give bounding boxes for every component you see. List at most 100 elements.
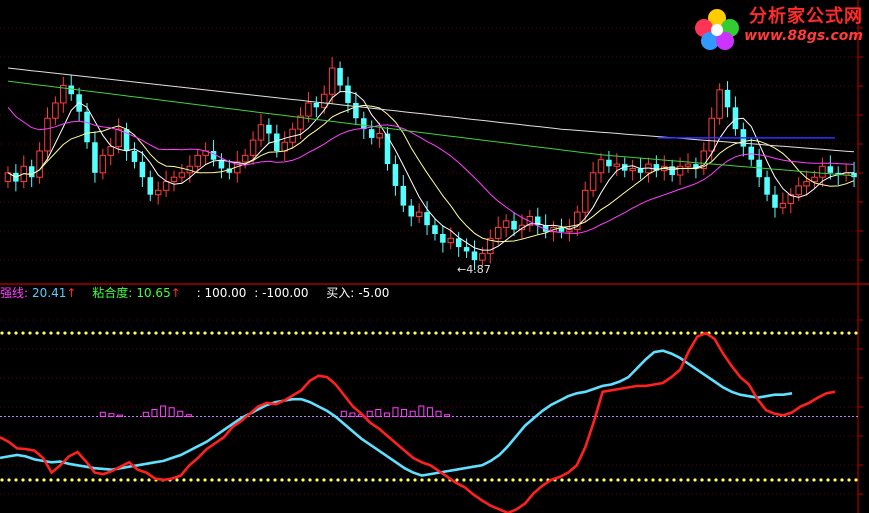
candle-body [811, 176, 818, 183]
level-dot [784, 331, 788, 335]
level-dot [595, 478, 599, 482]
level-dot [567, 331, 571, 335]
candle-body [819, 165, 826, 178]
level-dot [392, 331, 396, 335]
candle-body [566, 229, 573, 233]
candle-body [581, 189, 589, 213]
level-dot [420, 478, 424, 482]
item5-value: -5.00 [358, 286, 390, 300]
candle-body [281, 141, 288, 152]
level-dot [133, 478, 137, 482]
histogram-bar [177, 410, 184, 417]
level-dot [749, 478, 753, 482]
candle-body [795, 185, 802, 196]
candle-body [178, 172, 186, 178]
level-dot [574, 331, 578, 335]
candle-body [99, 154, 107, 174]
level-dot [469, 331, 473, 335]
level-dot [826, 478, 830, 482]
candle-body [629, 167, 636, 172]
item1-value: 20.41 [32, 286, 67, 300]
level-dot [686, 331, 690, 335]
candle-body [455, 238, 462, 248]
level-dot [21, 331, 25, 335]
up-arrow-icon: ↑ [170, 286, 181, 300]
level-dot [623, 478, 627, 482]
candle-body [827, 166, 834, 173]
level-dot [728, 478, 732, 482]
oscillator-panel [0, 331, 858, 513]
level-dot [378, 478, 382, 482]
level-dot [847, 478, 851, 482]
level-dot [483, 478, 487, 482]
level-dot [196, 331, 200, 335]
candle-body [851, 172, 857, 178]
item4: : -100.00 [254, 286, 309, 300]
level-dot [287, 478, 291, 482]
level-dot [245, 478, 249, 482]
level-dot [434, 331, 438, 335]
candle-body [589, 172, 597, 191]
level-dot [525, 331, 529, 335]
level-dot [217, 478, 221, 482]
level-dot [532, 478, 536, 482]
level-dot [714, 478, 718, 482]
level-dot [371, 331, 375, 335]
indicator-header: 强线: 20.41↑ 粘合度: 10.65↑ : 100.00 : -100.00 … [0, 284, 393, 302]
level-dot [455, 331, 459, 335]
level-dot [714, 331, 718, 335]
candle-body [724, 89, 731, 108]
level-dot [791, 331, 795, 335]
candle-body [257, 124, 265, 141]
histogram-bar [117, 414, 124, 418]
level-dot [756, 478, 760, 482]
level-dot [343, 478, 347, 482]
histogram-bar [383, 412, 390, 417]
level-dot [742, 478, 746, 482]
level-dot [42, 331, 46, 335]
candle-body [463, 247, 470, 252]
level-dot [609, 478, 613, 482]
level-dot [140, 331, 144, 335]
level-dot [350, 478, 354, 482]
level-dot [798, 331, 802, 335]
level-dot [602, 331, 606, 335]
level-dot [21, 478, 25, 482]
level-dot [539, 478, 543, 482]
histogram-bar [349, 412, 356, 417]
level-dot [693, 331, 697, 335]
candle-body [305, 102, 312, 117]
candle-body [194, 154, 201, 167]
level-dot [798, 478, 802, 482]
histogram-bar [151, 409, 158, 417]
level-dot [644, 478, 648, 482]
candle-body [803, 181, 810, 187]
histogram-bar [168, 407, 175, 417]
level-dot [763, 478, 767, 482]
level-dot [49, 331, 53, 335]
level-dot [364, 478, 368, 482]
level-dot [777, 478, 781, 482]
level-dot [630, 478, 634, 482]
candle-body [92, 142, 98, 173]
level-dot [112, 331, 116, 335]
level-dot [98, 478, 102, 482]
level-dot [651, 478, 655, 482]
level-dot [14, 331, 18, 335]
level-dot [56, 331, 60, 335]
level-dot [819, 478, 823, 482]
level-dot [805, 331, 809, 335]
candle-body [154, 189, 162, 196]
level-dot [105, 478, 109, 482]
level-dot [581, 478, 585, 482]
level-dot [469, 478, 473, 482]
level-dot [77, 478, 81, 482]
level-dot [532, 331, 536, 335]
level-dot [518, 331, 522, 335]
level-dot [413, 478, 417, 482]
level-dot [210, 331, 214, 335]
level-dot [161, 331, 165, 335]
level-dot [7, 478, 11, 482]
candle-body [606, 159, 612, 167]
level-dot [427, 331, 431, 335]
